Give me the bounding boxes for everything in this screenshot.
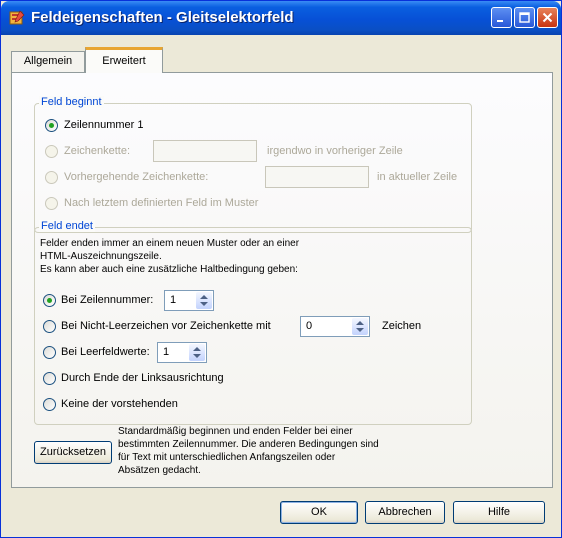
leerfeldwerte-stepper[interactable]: 1 bbox=[157, 342, 207, 363]
label-irgendwo-vorheriger-zeile: irgendwo in vorheriger Zeile bbox=[267, 145, 403, 157]
label-in-aktueller-zeile: in aktueller Zeile bbox=[377, 171, 458, 183]
close-button[interactable] bbox=[537, 7, 558, 28]
title-bar[interactable]: Feldeigenschaften - Gleitselektorfeld bbox=[1, 1, 561, 35]
radio-keine[interactable] bbox=[43, 398, 56, 411]
radio-ende-linksausrichtung[interactable] bbox=[43, 372, 56, 385]
label-zeichenkette: Zeichenkette: bbox=[64, 145, 131, 157]
zuruecksetzen-button[interactable]: Zurücksetzen bbox=[34, 441, 112, 464]
close-icon bbox=[542, 12, 553, 23]
label-vorhergehende-zeichenkette: Vorhergehende Zeichenkette: bbox=[64, 171, 209, 183]
description-line: Es kann aber auch eine zusätzliche Haltb… bbox=[40, 264, 298, 275]
radio-nach-letztem-feld[interactable] bbox=[45, 197, 58, 210]
zeilennummer-value: 1 bbox=[170, 294, 177, 306]
stepper-arrows-icon[interactable] bbox=[189, 344, 205, 361]
ok-button[interactable]: OK bbox=[280, 501, 358, 524]
stepper-arrows-icon[interactable] bbox=[352, 318, 368, 335]
label-bei-leerfeldwerte: Bei Leerfeldwerte: bbox=[61, 346, 150, 358]
maximize-button[interactable] bbox=[514, 7, 535, 28]
radio-zeichenkette[interactable] bbox=[45, 145, 58, 158]
label-nach-letztem-feld: Nach letztem definierten Feld im Muster bbox=[64, 197, 259, 209]
label-bei-nicht-leerzeichen: Bei Nicht-Leerzeichen vor Zeichenkette m… bbox=[61, 320, 271, 332]
app-icon bbox=[9, 10, 25, 25]
feld-endet-group: Feld endet Felder enden immer an einem n… bbox=[34, 220, 472, 425]
reset-info-text: Standardmäßig beginnen und enden Felder … bbox=[118, 425, 379, 477]
radio-bei-zeilennummer[interactable] bbox=[43, 294, 56, 307]
cancel-button[interactable]: Abbrechen bbox=[365, 501, 445, 524]
radio-bei-leerfeldwerte[interactable] bbox=[43, 346, 56, 359]
tab-allgemein[interactable]: Allgemein bbox=[11, 51, 85, 72]
window-title: Feldeigenschaften - Gleitselektorfeld bbox=[31, 9, 294, 26]
dialog-window: Feldeigenschaften - Gleitselektorfeld Al… bbox=[0, 0, 562, 538]
vorhergehende-zeichenkette-input[interactable] bbox=[265, 166, 369, 188]
minimize-button[interactable] bbox=[491, 7, 512, 28]
feld-beginnt-group: Feld beginnt Zeilennummer 1 Zeichenkette… bbox=[34, 96, 472, 233]
label-zeichen: Zeichen bbox=[382, 320, 422, 332]
maximize-icon bbox=[519, 12, 530, 23]
info-line: Standardmäßig beginnen und enden Felder … bbox=[118, 426, 353, 437]
tab-erweitert[interactable]: Erweitert bbox=[85, 47, 163, 73]
stepper-arrows-icon[interactable] bbox=[196, 292, 212, 309]
info-line: für Text mit unterschiedlichen Anfangsze… bbox=[118, 452, 336, 463]
feld-endet-description: Felder enden immer an einem neuen Muster… bbox=[40, 237, 299, 276]
tab-panel-erweitert: Feld beginnt Zeilennummer 1 Zeichenkette… bbox=[11, 72, 553, 488]
zeichenkette-input[interactable] bbox=[153, 140, 257, 162]
feld-endet-legend: Feld endet bbox=[39, 220, 95, 232]
feld-beginnt-legend: Feld beginnt bbox=[39, 96, 104, 108]
zeilennummer-stepper[interactable]: 1 bbox=[164, 290, 214, 311]
description-line: HTML-Auszeichnungszeile. bbox=[40, 251, 162, 262]
nicht-leerzeichen-stepper[interactable]: 0 bbox=[300, 316, 370, 337]
label-bei-zeilennummer: Bei Zeilennummer: bbox=[61, 294, 154, 306]
label-keine: Keine der vorstehenden bbox=[61, 398, 178, 410]
minimize-icon bbox=[497, 20, 503, 22]
nicht-leerzeichen-value: 0 bbox=[306, 320, 313, 332]
description-line: Felder enden immer an einem neuen Muster… bbox=[40, 238, 300, 249]
radio-zeilennummer-1[interactable] bbox=[45, 119, 58, 132]
radio-vorhergehende-zeichenkette[interactable] bbox=[45, 171, 58, 184]
label-ende-linksausrichtung: Durch Ende der Linksausrichtung bbox=[61, 372, 224, 384]
radio-bei-nicht-leerzeichen[interactable] bbox=[43, 320, 56, 333]
info-line: bestimmten Zeilennummer. Die anderen Bed… bbox=[118, 439, 379, 450]
help-button[interactable]: Hilfe bbox=[453, 501, 545, 524]
label-zeilennummer-1: Zeilennummer 1 bbox=[64, 119, 144, 131]
info-line: Absätzen gedacht. bbox=[118, 465, 201, 476]
leerfeldwerte-value: 1 bbox=[163, 346, 170, 358]
